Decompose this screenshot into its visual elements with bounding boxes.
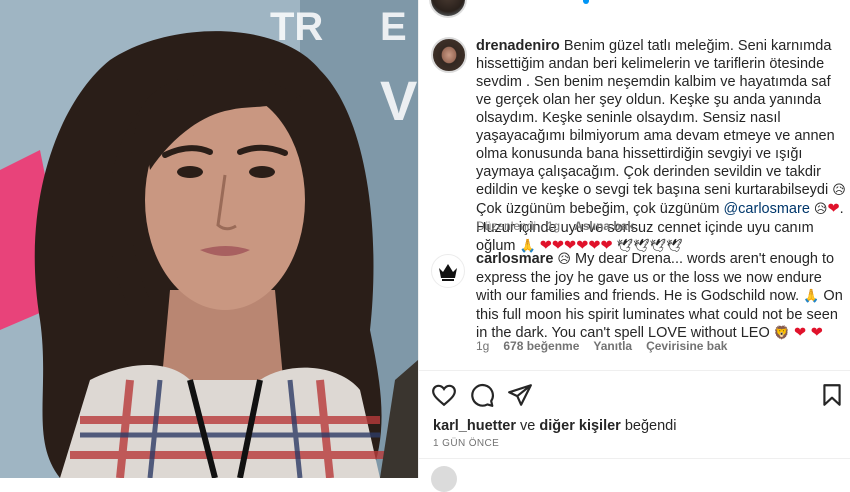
liked-by-others[interactable]: diğer kişiler [539, 418, 620, 434]
likes-summary: karl_huetter ve diğer kişiler beğendi [433, 418, 676, 434]
sad-emoji-icon: 😥 [557, 252, 571, 267]
save-button[interactable] [819, 382, 845, 408]
liked-by-user[interactable]: karl_huetter [433, 418, 516, 434]
caption-text-2: Çok üzgünüm bebeğim, çok üzgünüm [476, 201, 724, 217]
caption-edited-time: Düzenlendi · 1g [476, 219, 561, 233]
caption-text-1: Benim güzel tatlı meleğim. Seni karnımda… [476, 38, 835, 198]
actions-divider [419, 370, 850, 371]
reply-like-count[interactable]: 678 beğenme [503, 339, 579, 353]
post-time-ago[interactable]: 1 GÜN ÖNCE [433, 438, 499, 449]
see-original-link[interactable]: Aslına bak [574, 219, 634, 233]
post-side-panel: drenadeniro Benim güzel tatlı meleğim. S… [418, 0, 850, 492]
reply-comment: carlosmare 😥 My dear Drena... words aren… [476, 250, 846, 343]
see-translation-link[interactable]: Çevirisine bak [646, 339, 727, 353]
crown-logo-icon [439, 264, 457, 281]
paper-plane-icon [508, 384, 532, 406]
caption-meta: Düzenlendi · 1g Aslına bak [476, 219, 634, 233]
share-button[interactable] [507, 382, 533, 408]
portrait-image: TR E T V [0, 0, 418, 478]
bookmark-icon [823, 384, 841, 406]
follow-indicator [583, 0, 589, 4]
likes-and: ve [520, 418, 536, 434]
post-photo[interactable]: TR E T V [0, 0, 418, 478]
reply-age: 1g [476, 339, 490, 353]
avatar-drenadeniro[interactable] [431, 37, 467, 73]
heart-outline-icon [432, 384, 456, 407]
hearts-emoji-icon: ❤ ❤ [794, 325, 823, 341]
svg-text:V: V [380, 69, 417, 132]
post-actions [431, 382, 841, 408]
add-comment-avatar [431, 466, 457, 492]
reply-username[interactable]: carlosmare [476, 251, 553, 267]
mention-link[interactable]: @carlosmare [723, 201, 809, 217]
header-avatar[interactable] [429, 0, 467, 18]
sad-emoji-icon: 😥 [813, 202, 828, 217]
svg-text:E: E [380, 5, 407, 49]
pray-emoji-icon: 🙏 [803, 289, 820, 304]
comment-box-divider [419, 458, 850, 459]
comment-bubble-icon [471, 384, 494, 407]
likes-suffix: beğendi [624, 418, 677, 434]
sad-emoji-icon: 😥 [832, 183, 846, 198]
comment-button[interactable] [469, 382, 495, 408]
avatar-carlosmare[interactable] [431, 254, 465, 288]
caption-username[interactable]: drenadeniro [476, 38, 560, 54]
reply-meta: 1g 678 beğenme Yanıtla Çevirisine bak [476, 339, 727, 353]
heart-emoji-icon: ❤ [827, 201, 840, 217]
reply-button[interactable]: Yanıtla [593, 339, 632, 353]
lion-emoji-icon: 🦁 [773, 326, 790, 341]
like-button[interactable] [431, 382, 457, 408]
